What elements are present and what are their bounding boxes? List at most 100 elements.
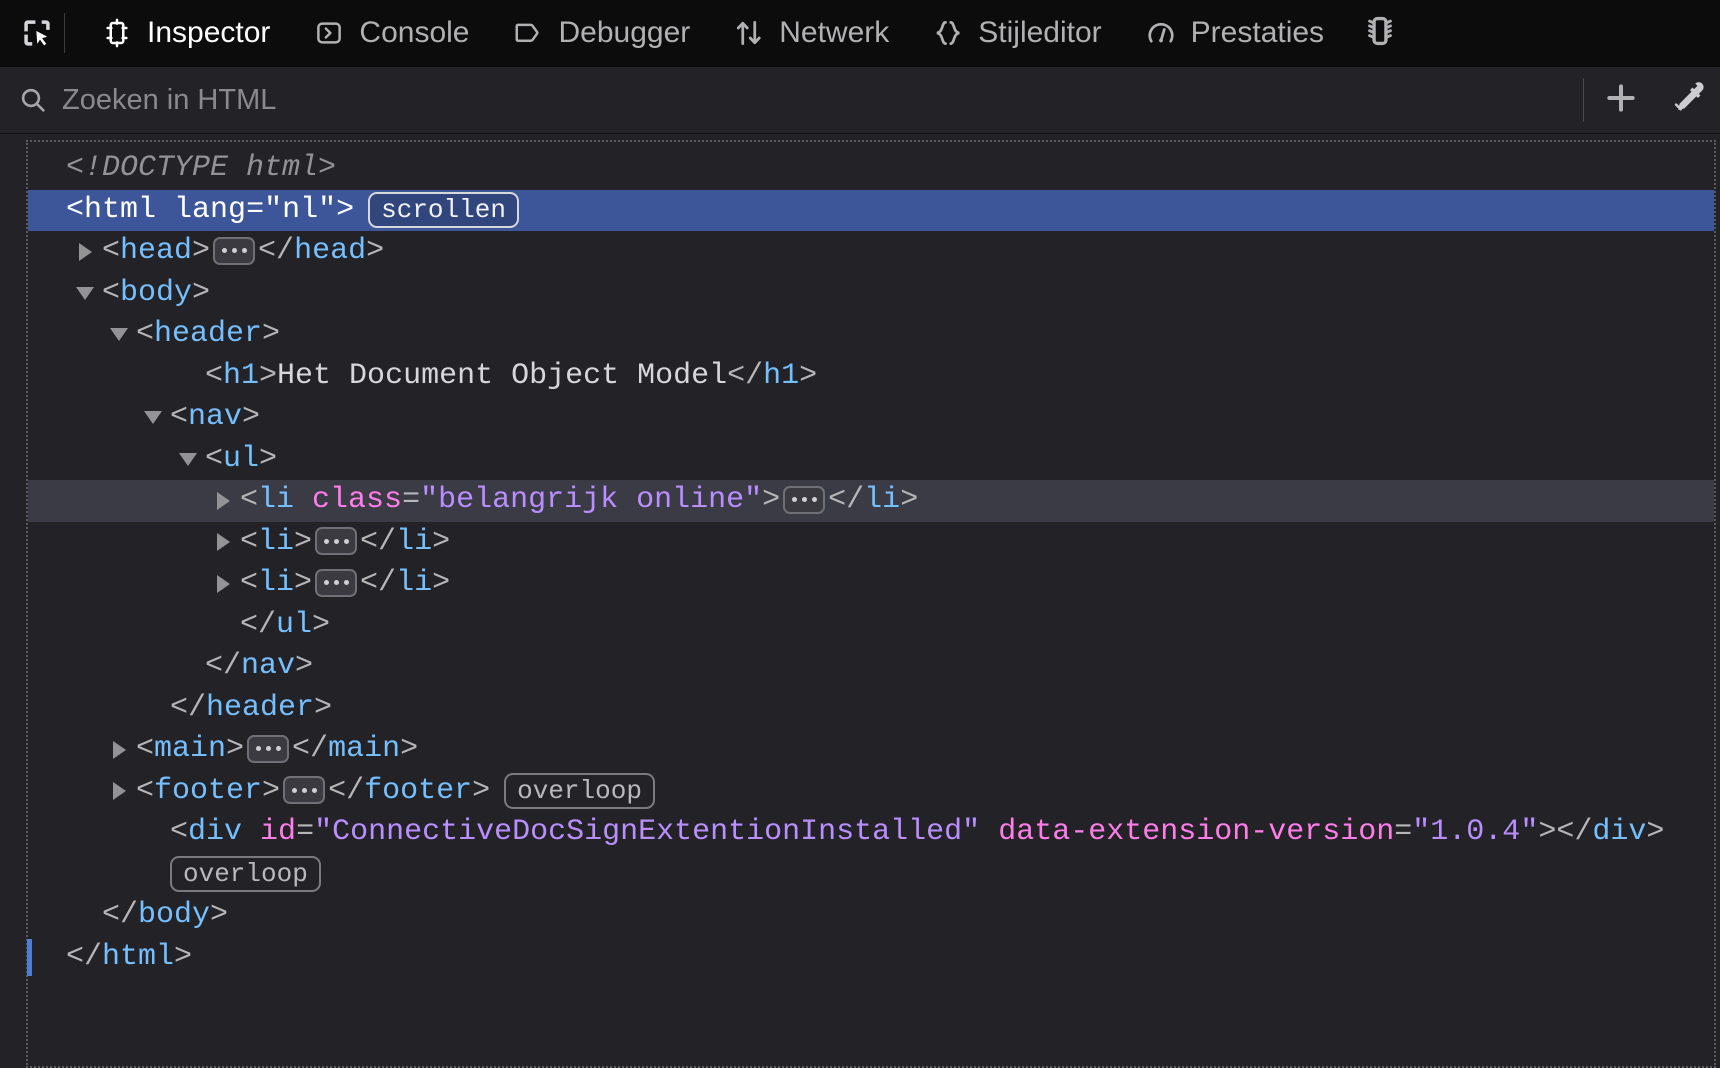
markup-punct: </ [170, 690, 207, 725]
element-picker-button[interactable] [10, 6, 64, 60]
markup-punct: > [226, 732, 245, 766]
markup-attr-value: "1.0.4" [1412, 815, 1539, 849]
markup-tag: body [120, 275, 193, 310]
node-badge[interactable]: scrollen [368, 192, 519, 229]
markup-punct: > [336, 192, 355, 227]
tab-stijleditor[interactable]: Stijleditor [910, 0, 1122, 66]
markup-node-footer[interactable]: < footer > </footer > overloop [28, 771, 1714, 813]
expand-ellipsis-badge[interactable] [247, 734, 290, 763]
expand-ellipsis-badge[interactable] [315, 527, 358, 556]
tab-stijleditor-label: Stijleditor [978, 16, 1102, 49]
node-badge[interactable]: overloop [170, 856, 321, 893]
markup-tag: li [258, 566, 295, 600]
eyedropper-button[interactable] [1654, 67, 1720, 133]
markup-node-h1[interactable]: < h1 > Het Document Object Model </h1 > [28, 356, 1714, 398]
markup-punct: = [296, 815, 315, 849]
markup-node-header-open[interactable]: < header > [28, 314, 1714, 356]
devtools-tab-list: Inspector Console Debugger Netwerk Stijl… [79, 0, 1720, 66]
markup-attr-name: data-extension-version [998, 815, 1395, 849]
chevron-down-icon[interactable] [70, 287, 100, 300]
chevron-down-icon[interactable] [138, 411, 168, 424]
chevron-right-icon[interactable] [208, 533, 238, 551]
markup-node-header-close[interactable]: </header > [28, 688, 1714, 730]
tab-netwerk[interactable]: Netwerk [711, 0, 910, 66]
node-badge[interactable]: overloop [504, 773, 655, 810]
markup-punct: > [174, 939, 193, 974]
markup-tag: li [258, 483, 295, 517]
markup-node-doctype[interactable]: <!DOCTYPE html> [28, 148, 1714, 190]
markup-node-li-3[interactable]: < li > </li > [28, 563, 1714, 605]
markup-punct: < [136, 773, 155, 808]
markup-tag: body [138, 898, 211, 932]
chevron-down-icon[interactable] [173, 453, 203, 466]
markup-punct: > [259, 441, 278, 476]
expand-ellipsis-badge[interactable] [783, 485, 826, 514]
tab-console[interactable]: Console [291, 0, 490, 66]
markup-punct: < [205, 358, 224, 393]
markup-tag: li [396, 566, 433, 600]
markup-node-li-2[interactable]: < li > </li > [28, 522, 1714, 564]
markup-punct: < [102, 275, 121, 310]
chevron-down-icon[interactable] [104, 328, 134, 341]
markup-tag: footer [364, 773, 473, 808]
tab-debugger[interactable]: Debugger [490, 0, 711, 66]
chevron-right-icon[interactable] [208, 575, 238, 593]
markup-node-html-close[interactable]: </html > [27, 937, 1714, 979]
chevron-right-icon[interactable] [70, 243, 100, 261]
markup-punct: > [294, 524, 313, 559]
chevron-right-icon[interactable] [104, 782, 134, 800]
markup-punct: </ [328, 773, 365, 808]
markup-node-nav-close[interactable]: </nav > [28, 646, 1714, 688]
search-field[interactable] [18, 67, 1583, 133]
markup-punct: < [102, 234, 121, 268]
chevron-right-icon[interactable] [208, 492, 238, 510]
expand-ellipsis-badge[interactable] [213, 236, 256, 265]
markup-node-html-open[interactable]: < html lang = "nl" > scrollen [28, 189, 1714, 231]
style-editor-icon [931, 16, 965, 50]
add-new-node-button[interactable] [1588, 67, 1654, 133]
tab-prestaties[interactable]: Prestaties [1123, 0, 1345, 66]
node-picker-group [10, 6, 79, 60]
markup-node-body-close[interactable]: </body > [28, 895, 1714, 937]
tab-geheugen[interactable] [1345, 0, 1411, 66]
markup-tag: h1 [223, 358, 260, 393]
markup-tag: li [258, 524, 295, 559]
markup-attr-name: class [312, 483, 403, 517]
markup-node-nav-open[interactable]: < nav > [28, 397, 1714, 439]
expand-ellipsis-badge[interactable] [315, 568, 358, 597]
console-icon [312, 16, 346, 50]
markup-tag: li [864, 483, 901, 517]
markup-punct: </ [360, 566, 397, 600]
expand-ellipsis-badge[interactable] [283, 776, 326, 805]
markup-punct: > [314, 690, 333, 725]
markup-punct: </ [360, 524, 397, 559]
markup-tag: footer [154, 773, 263, 808]
markup-node-main[interactable]: < main > </main > [28, 729, 1714, 771]
markup-punct: </ [828, 483, 865, 517]
markup-tag: header [154, 317, 263, 351]
devtools-toolbar: Inspector Console Debugger Netwerk Stijl… [0, 0, 1720, 66]
markup-attr-value: "nl" [264, 192, 337, 227]
markup-punct: > [242, 400, 261, 434]
markup-punct: < [170, 400, 189, 434]
markup-punct: < [240, 483, 259, 517]
markup-node-ul-close[interactable]: </ul > [28, 605, 1714, 647]
markup-tree: <!DOCTYPE html> < html lang = "nl" > scrollen <… [26, 140, 1716, 1068]
markup-tag: ul [276, 607, 313, 642]
markup-node-ul-open[interactable]: < ul > [28, 439, 1714, 481]
markup-punct: </ [258, 234, 295, 268]
tab-inspector[interactable]: Inspector [79, 0, 291, 66]
markup-node-div-connective-badge-line[interactable]: overloop [28, 854, 1714, 896]
markup-view[interactable]: <!DOCTYPE html> < html lang = "nl" > scrollen <… [0, 134, 1720, 1068]
markup-attr-value: "belangrijk online" [420, 483, 763, 517]
markup-punct: > [1538, 815, 1557, 849]
chevron-right-icon[interactable] [104, 741, 134, 759]
markup-node-head[interactable]: < head > </head > [28, 231, 1714, 273]
markup-node-li-1[interactable]: < li class = "belangrijk online" > </li > [28, 480, 1714, 522]
search-input[interactable] [62, 67, 1583, 133]
network-icon [732, 16, 766, 50]
markup-node-div-connective[interactable]: < div id = "ConnectiveDocSignExtentionInsta… [28, 812, 1714, 854]
markup-punct: > [312, 607, 331, 642]
markup-punct: > [366, 234, 385, 268]
markup-node-body-open[interactable]: < body > [28, 273, 1714, 315]
